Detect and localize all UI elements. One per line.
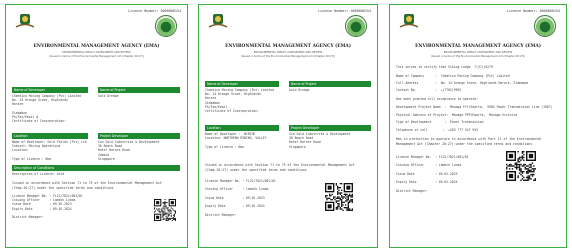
section-bar: Name of Project [98, 87, 180, 93]
licence-number: Licence Number: 0000000154 [317, 9, 371, 13]
section-bar: Location [12, 133, 88, 139]
section-bar: Project Developer [98, 133, 180, 139]
subtitle-act: (Issued in terms of the Environmental Ma… [430, 55, 526, 58]
coat-of-arms-icon [15, 14, 35, 28]
licence-document-1: Licence Number: 0000000154 ENVIRONMENTAL… [5, 4, 188, 248]
licence-number: Licence Number: 0000000154 [127, 9, 181, 13]
licence-meta: Licence Manager No. : FL22/7821/001/01 I… [396, 155, 469, 193]
project-details: Gold Dredge [289, 88, 310, 92]
subtitle: ENVIRONMENTAL IMPACT ASSESSMENT AND REVI… [443, 51, 513, 54]
project-details: Gold Dredge [98, 94, 119, 98]
coat-of-arms-icon [208, 14, 228, 28]
licence-number: Licence Number: 0000000154 [506, 9, 560, 13]
subtitle-act: (Issued in terms of the Environmental Ma… [240, 55, 336, 58]
issued-text: Issued in accordance with Section 71 to … [205, 163, 355, 172]
licence-meta: Licence Manager No. : FL22/7821/001/01 I… [12, 194, 83, 220]
company-details: Chemtico Mining Company (Pvt) Limited No… [12, 94, 81, 124]
location-details: Name of Developer : NIRIGE Location: NOR… [205, 132, 267, 149]
qr-code-icon [325, 183, 353, 211]
section-bar: Name of Project [289, 81, 371, 87]
agency-title: ENVIRONMENTAL MANAGEMENT AGENCY (EMA) [225, 44, 351, 49]
location-details: Name of Developer: Gold Fields (Pvt) Ltd… [12, 140, 87, 161]
subtitle-act: (Issued in terms of the Environmental Ma… [49, 55, 144, 58]
issued-text: Has in protection to operate in accordan… [396, 137, 542, 146]
qr-code-icon [154, 199, 176, 221]
section-bar: Name of Developer [12, 87, 88, 93]
developer-details: Sun Gold Industries & Development 30 Bea… [98, 140, 160, 161]
ema-seal-icon [345, 15, 367, 37]
company-details: Chemtico Mining Company (Pvt) Limited No… [205, 88, 274, 114]
certify-intro: This serves to certify that Viking Lodge… [396, 65, 493, 69]
subtitle: ENVIRONMENTAL IMPACT ASSESSMENT AND REVI… [62, 51, 131, 54]
developer-details: Sun Gold Industries & Development 30 Bea… [289, 132, 351, 149]
approval-intro: Has been granted full acceptance to oper… [396, 97, 478, 101]
ema-seal-icon [534, 15, 556, 37]
licence-document-2: Licence Number: 0000000154 ENVIRONMENTAL… [198, 4, 378, 248]
section-bar: Description of Conditions [12, 165, 180, 171]
section-bar: Project Developer [289, 125, 371, 131]
agency-title: ENVIRONMENTAL MANAGEMENT AGENCY (EMA) [33, 44, 160, 49]
issued-text: Issued in accordance with Section 71 to … [12, 181, 162, 190]
description: Description of Licence: Gold [12, 172, 65, 176]
project-fields: Development Project Name : Managa Fff/Em… [396, 105, 553, 132]
licence-document-3: Licence Number: 0000000154 ENVIRONMENTAL… [389, 4, 567, 248]
company-fields: Name of Company : Chemtico Mining Compan… [396, 74, 529, 92]
subtitle: ENVIRONMENTAL IMPACT ASSESSMENT AND REVI… [253, 51, 323, 54]
section-bar: Location [205, 125, 279, 131]
coat-of-arms-icon [399, 14, 419, 28]
licence-meta: Licence Manager No. : FL22/7821/001/01 I… [205, 179, 276, 217]
section-bar: Name of Developer [205, 81, 279, 87]
ema-seal-icon [155, 15, 177, 37]
agency-title: ENVIRONMENTAL MANAGEMENT AGENCY (EMA) [415, 44, 541, 49]
qr-code-icon [506, 151, 536, 181]
